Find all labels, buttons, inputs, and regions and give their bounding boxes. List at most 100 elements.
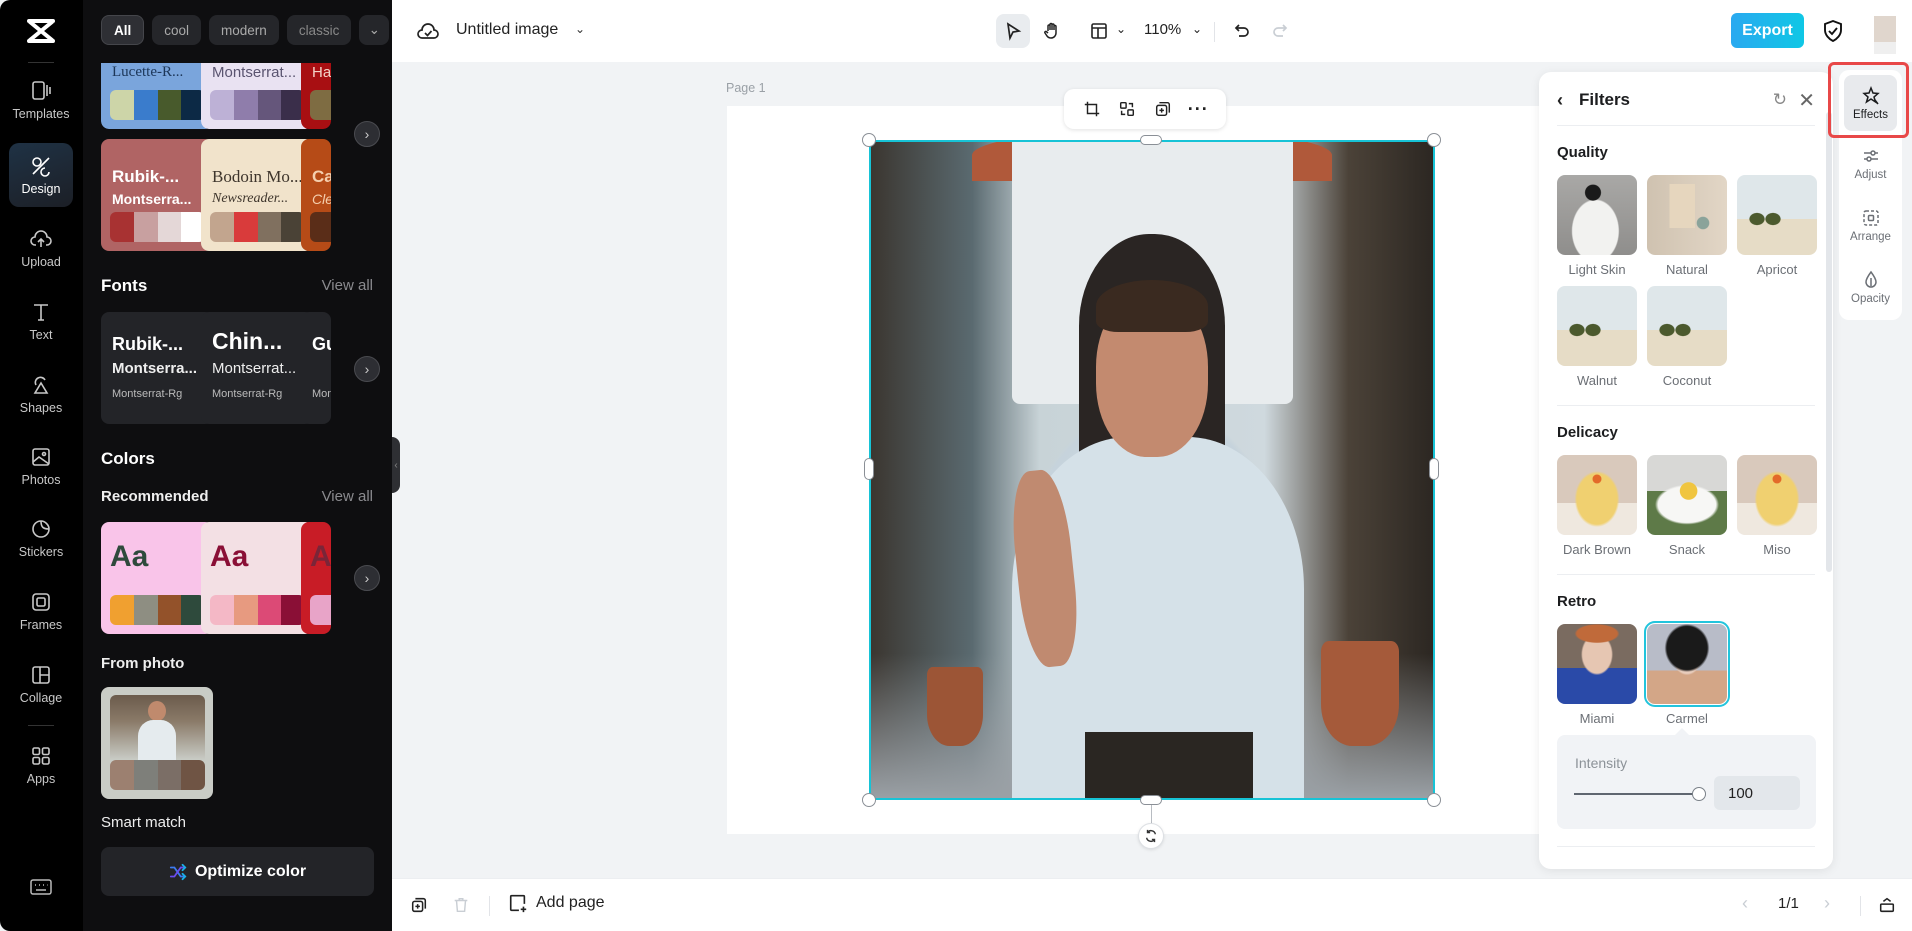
select-tool-button[interactable] [996, 14, 1030, 48]
intensity-slider-thumb[interactable] [1692, 787, 1706, 801]
undo-button[interactable] [1225, 14, 1259, 48]
photo-pot [927, 666, 984, 746]
resize-handle-top-left[interactable] [862, 133, 876, 147]
color-palette-card[interactable]: Aa [201, 522, 313, 634]
resize-handle-bottom[interactable] [1140, 795, 1162, 805]
resize-handle-left[interactable] [864, 458, 874, 480]
rail-item-design[interactable]: Design [9, 143, 73, 207]
rail-item-text[interactable]: Text [9, 289, 73, 353]
colors-view-all-link[interactable]: View all [322, 488, 373, 505]
zoom-level[interactable]: 110% [1144, 21, 1181, 38]
color-palette-card[interactable]: A [301, 522, 331, 634]
chip-modern[interactable]: modern [209, 15, 279, 45]
font-card[interactable]: Rubik-... Montserra... Montserrat-Rg [101, 312, 213, 424]
rail-item-apps[interactable]: Apps [9, 733, 73, 797]
chip-classic[interactable]: classic [286, 15, 352, 45]
resize-handle-top[interactable] [1140, 135, 1162, 145]
filter-item-miami[interactable]: Miami [1557, 624, 1637, 726]
rail-item-templates[interactable]: Templates [9, 68, 73, 132]
rail-item-photos[interactable]: Photos [9, 434, 73, 498]
rotate-handle[interactable] [1138, 823, 1164, 849]
font-card-caption: Montserrat-Rg [112, 388, 183, 400]
rail-item-shapes[interactable]: Shapes [9, 362, 73, 426]
select-pointer-icon [1006, 22, 1022, 41]
more-options-button[interactable]: ··· [1185, 96, 1211, 122]
filter-label: Snack [1668, 542, 1706, 557]
tab-opacity[interactable]: Opacity [1844, 259, 1897, 315]
font-card[interactable]: Chin... Montserrat... Montserrat-Rg [201, 312, 313, 424]
rail-item-stickers[interactable]: Stickers [9, 506, 73, 570]
zoom-chevron-down-icon[interactable]: ⌄ [1192, 22, 1202, 36]
from-photo-card[interactable] [101, 687, 213, 799]
hand-tool-button[interactable] [1035, 14, 1069, 48]
filters-scrollbar[interactable] [1826, 112, 1832, 572]
resize-handle-top-right[interactable] [1427, 133, 1441, 147]
tab-arrange[interactable]: Arrange [1844, 197, 1897, 253]
page-manager-button[interactable] [1876, 894, 1898, 916]
next-page-button[interactable]: › [1824, 893, 1830, 914]
filter-item-miso[interactable]: Miso [1737, 455, 1817, 557]
filter-item-dark-brown[interactable]: Dark Brown [1557, 455, 1637, 557]
close-icon[interactable]: ✕ [1798, 88, 1815, 113]
redo-button[interactable] [1263, 14, 1297, 48]
title-chevron-down-icon[interactable]: ⌄ [575, 22, 585, 36]
font-card[interactable]: Gu Mon [301, 312, 331, 424]
cloud-saved-icon[interactable] [416, 20, 440, 42]
filter-item-walnut[interactable]: Walnut [1557, 286, 1637, 388]
arrange-icon [1862, 209, 1879, 226]
filter-item-snack[interactable]: Snack [1647, 455, 1727, 557]
layout-tool-button[interactable] [1082, 14, 1116, 48]
filter-thumbnail [1647, 455, 1727, 535]
rail-item-upload[interactable]: Upload [9, 216, 73, 280]
delete-page-button[interactable] [450, 894, 472, 916]
optimize-color-button[interactable]: Optimize color [101, 847, 374, 896]
fonts-next-button[interactable]: › [354, 356, 380, 382]
add-page-button[interactable]: Add page [508, 893, 605, 913]
intensity-value-input[interactable] [1714, 776, 1800, 810]
rail-item-collage[interactable]: Collage [9, 652, 73, 716]
duplicate-button[interactable] [1150, 96, 1176, 122]
capcut-logo-icon[interactable] [24, 14, 58, 48]
filter-item-light-skin[interactable]: Light Skin [1557, 175, 1637, 277]
fonts-view-all-link[interactable]: View all [322, 277, 373, 294]
layout-chevron-down-icon[interactable]: ⌄ [1116, 22, 1126, 36]
selected-photo[interactable] [869, 140, 1435, 800]
design-icon [32, 157, 50, 177]
prev-page-button[interactable]: ‹ [1742, 893, 1748, 914]
filter-item-apricot[interactable]: Apricot [1737, 175, 1817, 277]
filter-item-carmel[interactable]: Carmel [1644, 621, 1730, 726]
rail-item-frames[interactable]: Frames [9, 579, 73, 643]
chip-cool[interactable]: cool [152, 15, 202, 45]
reset-icon[interactable]: ↻ [1773, 90, 1787, 110]
resize-handle-bottom-right[interactable] [1427, 793, 1441, 807]
tab-label: Adjust [1854, 168, 1887, 181]
shield-check-icon[interactable] [1822, 19, 1844, 43]
keyboard-icon[interactable] [30, 878, 52, 896]
duplicate-page-button[interactable] [408, 894, 430, 916]
filter-thumbnail [1647, 286, 1727, 366]
color-swatch [233, 212, 258, 242]
colors-next-button[interactable]: › [354, 565, 380, 591]
themes-next-button[interactable]: › [354, 121, 380, 147]
document-title[interactable]: Untitled image [456, 21, 558, 39]
filter-item-coconut[interactable]: Coconut [1647, 286, 1727, 388]
color-palette-card[interactable]: Aa [101, 522, 213, 634]
intensity-slider[interactable] [1574, 787, 1706, 801]
chip-all[interactable]: All [101, 15, 145, 45]
replace-button[interactable] [1114, 96, 1140, 122]
tab-adjust[interactable]: Adjust [1844, 135, 1897, 191]
theme-card[interactable]: Ca Cle [301, 139, 331, 251]
chips-expand-button[interactable]: ⌄ [359, 15, 390, 45]
crop-button[interactable] [1079, 96, 1105, 122]
bottombar-divider [1860, 896, 1861, 916]
user-avatar[interactable] [1874, 16, 1900, 54]
theme-card[interactable]: Rubik-... Montserra... [101, 139, 213, 251]
filter-item-natural[interactable]: Natural [1647, 175, 1727, 277]
resize-handle-right[interactable] [1429, 458, 1439, 480]
tab-effects[interactable]: Effects [1844, 75, 1897, 131]
resize-handle-bottom-left[interactable] [862, 793, 876, 807]
export-button[interactable]: Export [1731, 13, 1804, 48]
theme-card[interactable]: Bodoin Mo... Newsreader... [201, 139, 313, 251]
panel-collapse-handle[interactable]: ‹ [392, 437, 400, 493]
back-chevron-icon[interactable]: ‹ [1557, 90, 1563, 111]
